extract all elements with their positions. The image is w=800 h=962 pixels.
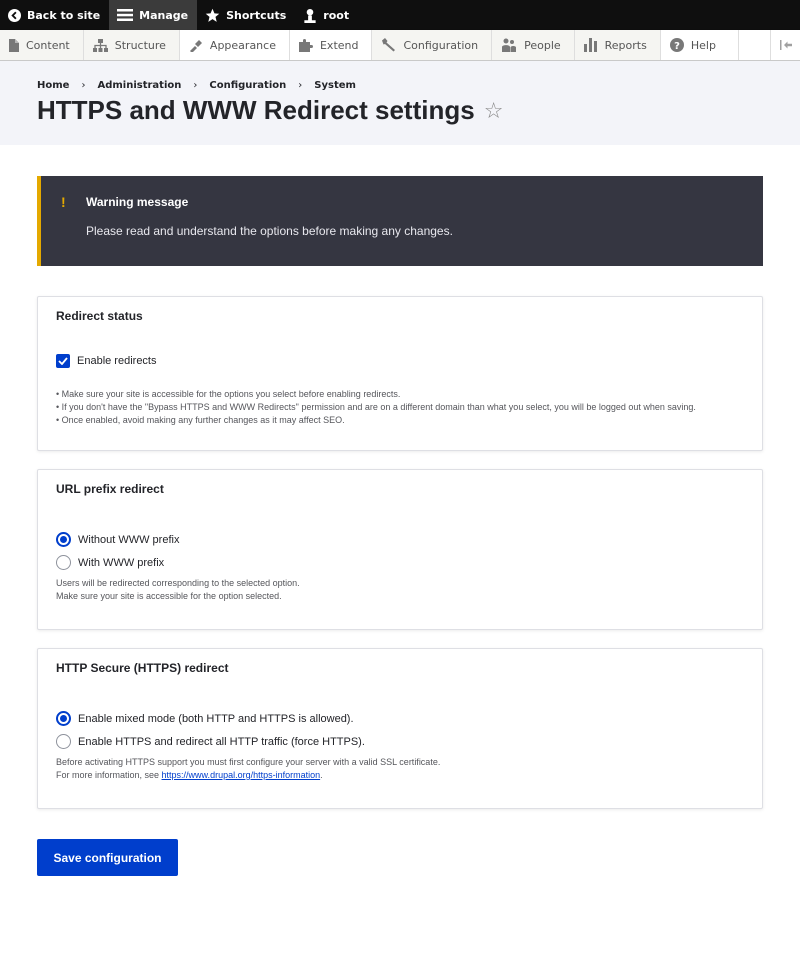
menu-item-people-label: People [524,38,561,52]
https-legend: HTTP Secure (HTTPS) redirect [56,661,229,675]
extend-icon [298,38,313,52]
breadcrumb-separator: › [81,80,86,91]
back-to-site-link[interactable]: Back to site [0,0,109,30]
https-description: Before activating HTTPS support you must… [56,756,440,782]
mixed-mode-option[interactable]: Enable mixed mode (both HTTP and HTTPS i… [56,711,354,726]
menu-item-content-label: Content [26,38,70,52]
shortcuts-tab[interactable]: Shortcuts [197,0,295,30]
menu-item-structure[interactable]: Structure [83,30,180,60]
redirect-status-desc-line: • Make sure your site is accessible for … [56,389,401,399]
menu-item-people[interactable]: People [492,30,575,60]
with-www-radio[interactable] [56,555,71,570]
menu-item-structure-label: Structure [114,38,166,52]
menu-item-reports[interactable]: Reports [574,30,661,60]
menu-item-configuration-label: Configuration [403,38,479,52]
exclamation-icon: ! [61,194,66,210]
redirect-status-desc-line: • Once enabled, avoid making any further… [56,415,345,425]
enable-redirects-option[interactable]: Enable redirects [56,354,157,368]
content-icon [9,38,19,52]
force-https-label: Enable HTTPS and redirect all HTTP traff… [78,735,365,748]
breadcrumb-configuration[interactable]: Configuration [209,80,286,91]
wrench-icon [382,38,396,52]
force-https-radio[interactable] [56,734,71,749]
page-title: HTTPS and WWW Redirect settings [37,95,475,125]
url-prefix-description: Users will be redirected corresponding t… [56,577,300,603]
enable-redirects-label: Enable redirects [77,355,157,367]
back-arrow-icon [8,8,21,22]
redirect-status-description: • Make sure your site is accessible for … [56,388,696,427]
with-www-option[interactable]: With WWW prefix [56,555,164,570]
user-label: root [323,8,350,22]
menu-item-configuration[interactable]: Configuration [372,30,493,60]
star-icon [205,8,220,22]
page-title-row: HTTPS and WWW Redirect settings ☆ [37,95,503,126]
warning-title: Warning message [86,195,189,209]
user-tab[interactable]: root [295,0,358,30]
redirect-status-desc-line: • If you don't have the "Bypass HTTPS an… [56,402,696,412]
structure-icon [92,38,108,52]
menu-item-appearance-label: Appearance [209,38,276,52]
url-prefix-legend: URL prefix redirect [56,482,164,496]
breadcrumb-separator: › [298,80,303,91]
redirect-status-legend: Redirect status [56,309,143,323]
url-prefix-fieldset: URL prefix redirect Without WWW prefix W… [37,469,763,630]
back-to-site-label: Back to site [27,8,101,22]
help-icon: ? [669,38,684,52]
page-header: Home › Administration › Configuration › … [0,61,800,145]
menu-item-appearance[interactable]: Appearance [179,30,290,60]
breadcrumb: Home › Administration › Configuration › … [37,80,356,91]
force-https-option[interactable]: Enable HTTPS and redirect all HTTP traff… [56,734,365,749]
menu-item-content[interactable]: Content [0,30,84,60]
https-desc-suffix: . [320,770,323,780]
menu-item-help[interactable]: ? Help [660,30,739,60]
appearance-icon [189,39,202,52]
mixed-mode-radio[interactable] [56,711,71,726]
enable-redirects-checkbox[interactable] [56,354,70,368]
https-desc-line: For more information, see https://www.dr… [56,769,440,782]
collapse-icon [779,40,792,50]
url-prefix-desc-line: Make sure your site is accessible for th… [56,591,282,601]
breadcrumb-administration[interactable]: Administration [97,80,181,91]
menu-item-extend[interactable]: Extend [289,30,373,60]
save-configuration-button[interactable]: Save configuration [37,839,178,876]
menu-item-help-label: Help [690,38,716,52]
collapse-tray-button[interactable] [770,30,800,60]
admin-menu-tray: Content Structure Appearance Extend Conf… [0,30,800,61]
people-icon [502,38,517,52]
admin-toolbar: Back to site Manage Shortcuts root [0,0,800,30]
checkmark-icon [58,357,68,365]
mixed-mode-label: Enable mixed mode (both HTTP and HTTPS i… [78,712,354,725]
https-information-link[interactable]: https://www.drupal.org/https-information [162,770,321,780]
menu-item-reports-label: Reports [604,38,647,52]
https-desc-prefix: For more information, see [56,770,162,780]
with-www-label: With WWW prefix [78,556,165,569]
without-www-option[interactable]: Without WWW prefix [56,532,179,547]
add-shortcut-star-icon[interactable]: ☆ [484,98,504,124]
url-prefix-desc-line: Users will be redirected corresponding t… [56,578,300,588]
without-www-label: Without WWW prefix [78,533,180,546]
manage-tab[interactable]: Manage [109,0,198,30]
svg-text:?: ? [674,41,680,52]
user-icon [304,8,316,23]
shortcuts-label: Shortcuts [226,8,287,22]
https-fieldset: HTTP Secure (HTTPS) redirect Enable mixe… [37,648,763,809]
redirect-status-fieldset: Redirect status Enable redirects • Make … [37,296,763,451]
breadcrumb-home[interactable]: Home [37,80,69,91]
reports-icon [583,38,597,52]
breadcrumb-separator: › [193,80,198,91]
warning-text: Please read and understand the options b… [86,224,453,238]
without-www-radio[interactable] [56,532,71,547]
breadcrumb-system[interactable]: System [314,80,356,91]
manage-label: Manage [139,8,189,22]
hamburger-icon [117,9,134,21]
https-desc-line: Before activating HTTPS support you must… [56,757,441,767]
warning-message: ! Warning message Please read and unders… [37,176,763,266]
menu-item-extend-label: Extend [319,38,359,52]
